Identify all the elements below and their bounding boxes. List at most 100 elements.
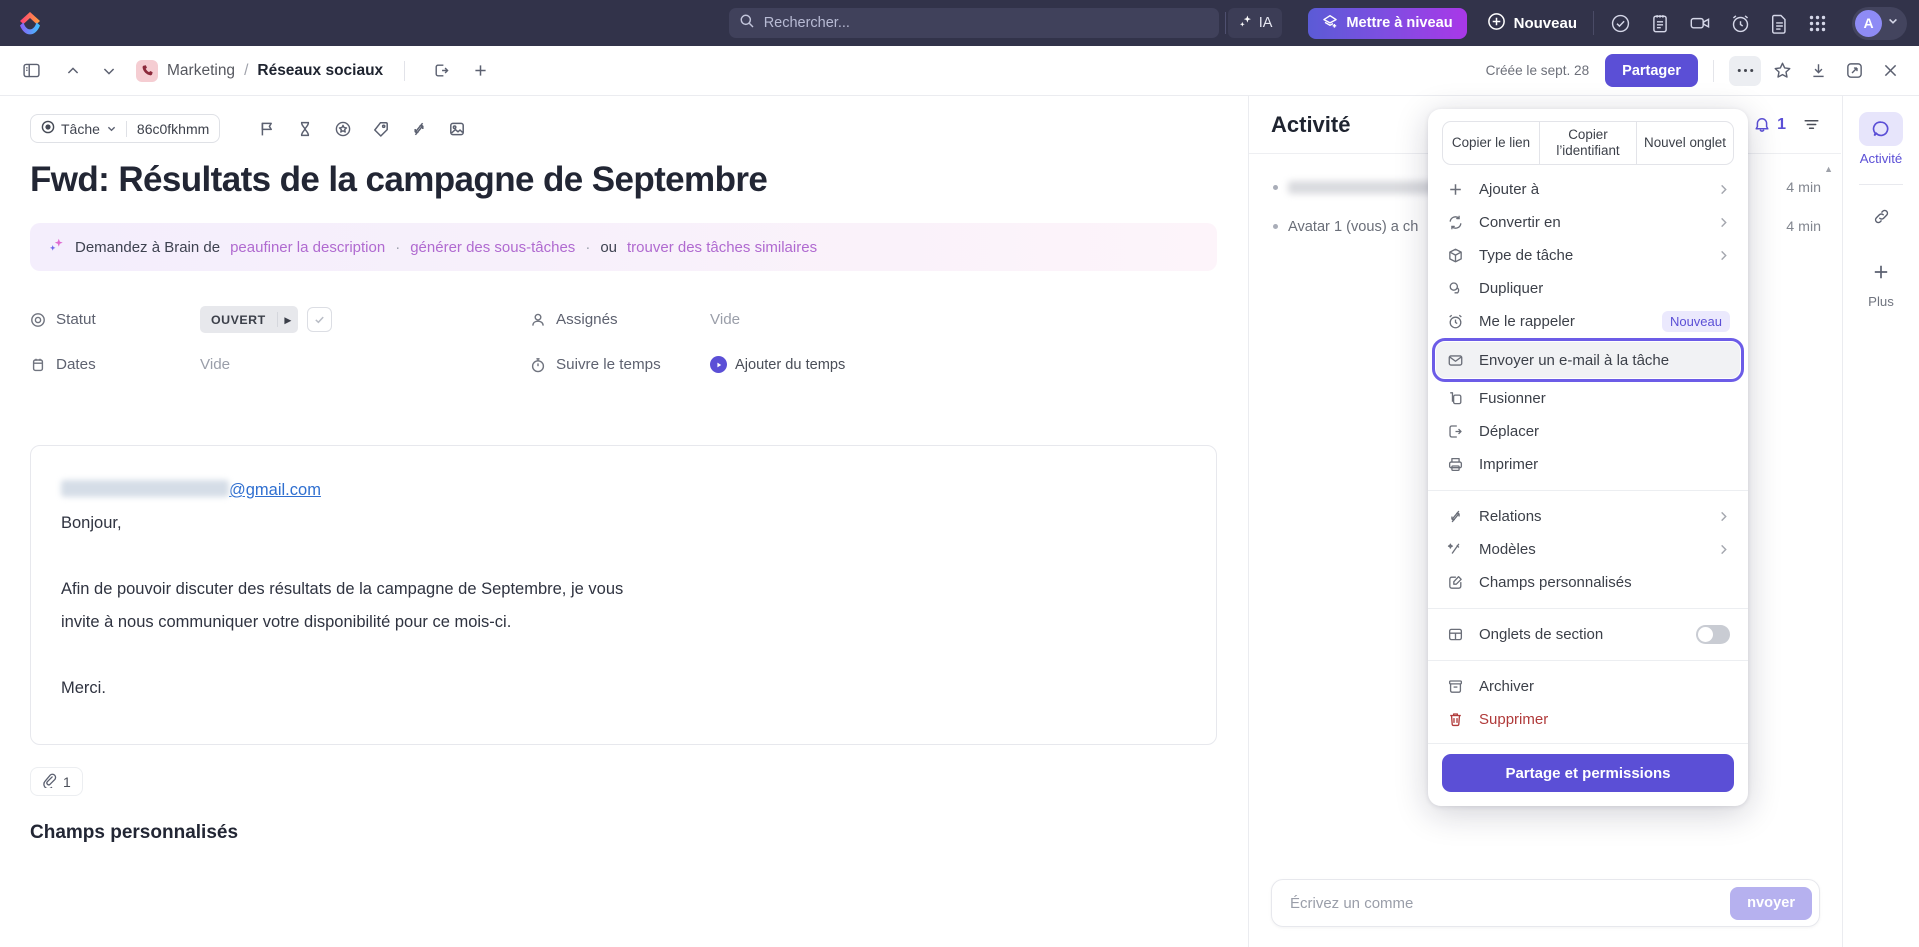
plus-icon xyxy=(1446,181,1465,198)
menu-item-custom-fields[interactable]: Champs personnalisés xyxy=(1436,566,1740,599)
brain-link-similar[interactable]: trouver des tâches similaires xyxy=(627,239,817,256)
cover-image-icon[interactable] xyxy=(442,114,472,143)
target-star-icon[interactable] xyxy=(328,114,358,143)
breadcrumb-list[interactable]: Réseaux sociaux xyxy=(257,62,383,80)
user-menu[interactable]: A xyxy=(1852,6,1907,40)
duplicate-icon xyxy=(1446,280,1465,297)
activity-header-actions: 1 xyxy=(1753,115,1821,134)
rail-item-more[interactable]: Plus xyxy=(1859,255,1903,309)
attachment-count: 1 xyxy=(63,773,71,790)
app-grid-icon[interactable] xyxy=(1808,14,1827,33)
chevron-down-icon xyxy=(106,121,117,137)
scroll-up-caret-icon[interactable]: ▲ xyxy=(1824,164,1833,174)
ai-button[interactable]: IA xyxy=(1227,8,1283,38)
flag-icon[interactable] xyxy=(252,114,282,143)
status-badge[interactable]: OUVERT ▸ xyxy=(200,306,299,333)
share-and-permissions-button[interactable]: Partage et permissions xyxy=(1442,754,1734,792)
menu-item-move[interactable]: Déplacer xyxy=(1436,415,1740,448)
task-fields: Statut OUVERT ▸ Assignés Vide Dates Vide… xyxy=(30,297,1217,387)
open-external-icon[interactable] xyxy=(426,56,456,86)
relationship-icon[interactable] xyxy=(404,114,434,143)
chevron-down-icon[interactable] xyxy=(94,56,124,86)
plus-icon[interactable] xyxy=(465,56,495,86)
copy-id-button[interactable]: Copier l’identifiant xyxy=(1539,122,1636,164)
send-comment-button[interactable]: nvoyer xyxy=(1730,886,1812,920)
chevron-up-icon[interactable] xyxy=(58,56,88,86)
menu-item-relations[interactable]: Relations xyxy=(1436,500,1740,533)
filter-icon[interactable] xyxy=(1802,115,1821,134)
add-time-button[interactable]: Ajouter du temps xyxy=(710,356,845,373)
menu-item-label: Type de tâche xyxy=(1479,247,1574,264)
upgrade-button[interactable]: Mettre à niveau xyxy=(1308,7,1467,39)
menu-item-remind-me[interactable]: Me le rappeler Nouveau xyxy=(1436,305,1740,338)
printer-icon xyxy=(1446,456,1465,473)
dates-value-cell[interactable]: Vide xyxy=(200,356,530,373)
star-icon[interactable] xyxy=(1767,56,1797,86)
comment-input[interactable]: Écrivez un comme xyxy=(1290,895,1413,912)
task-type-chip[interactable]: Tâche 86c0fkhmm xyxy=(30,114,221,143)
menu-item-delete[interactable]: Supprimer xyxy=(1436,703,1740,736)
alarm-clock-icon xyxy=(1446,313,1465,330)
attachment-count-badge[interactable]: 1 xyxy=(30,767,83,796)
created-date: Créée le sept. 28 xyxy=(1485,63,1590,78)
task-type-selector[interactable]: Tâche xyxy=(31,120,126,137)
menu-item-convert-to[interactable]: Convertir en xyxy=(1436,206,1740,239)
rail-item-activity[interactable]: Activité xyxy=(1859,112,1903,166)
custom-fields-heading: Champs personnalisés xyxy=(30,822,239,843)
new-tab-button[interactable]: Nouvel onglet xyxy=(1636,122,1733,164)
check-circle-icon[interactable] xyxy=(1610,13,1631,34)
share-button[interactable]: Partager xyxy=(1605,54,1698,87)
alarm-clock-icon[interactable] xyxy=(1730,13,1751,34)
task-description[interactable]: @gmail.com Bonjour, Afin de pouvoir disc… xyxy=(30,445,1217,745)
menu-item-merge[interactable]: Fusionner xyxy=(1436,382,1740,415)
brain-link-subtasks[interactable]: générer des sous-tâches xyxy=(410,239,575,256)
notification-count: 1 xyxy=(1777,115,1786,133)
comment-input-wrapper[interactable]: Écrivez un comme nvoyer xyxy=(1271,879,1820,927)
menu-item-label: Relations xyxy=(1479,508,1542,525)
tag-icon[interactable] xyxy=(366,114,396,143)
menu-item-print[interactable]: Imprimer xyxy=(1436,448,1740,481)
topbar-divider-2 xyxy=(1593,11,1594,35)
hourglass-icon[interactable] xyxy=(290,114,320,143)
task-header-bar: Marketing / Réseaux sociaux Créée le sep… xyxy=(0,46,1919,96)
menu-item-templates[interactable]: Modèles xyxy=(1436,533,1740,566)
menu-item-task-type[interactable]: Type de tâche xyxy=(1436,239,1740,272)
document-icon[interactable] xyxy=(1770,13,1789,34)
menu-item-archive[interactable]: Archiver xyxy=(1436,670,1740,703)
layout-icon xyxy=(1446,626,1465,643)
bullet-icon xyxy=(1273,224,1278,229)
task-id[interactable]: 86c0fkhmm xyxy=(125,120,219,137)
menu-divider xyxy=(1428,490,1748,491)
chevron-right-icon xyxy=(1717,249,1730,262)
magic-wand-icon xyxy=(1446,541,1465,558)
section-tabs-toggle[interactable] xyxy=(1696,625,1730,644)
ellipsis-icon[interactable] xyxy=(1729,55,1761,86)
menu-item-label: Archiver xyxy=(1479,678,1535,695)
search-placeholder: Rechercher... xyxy=(763,15,850,31)
assignees-value-cell[interactable]: Vide xyxy=(710,311,740,328)
video-camera-icon[interactable] xyxy=(1689,13,1711,33)
brain-link-refine[interactable]: peaufiner la description xyxy=(230,239,385,256)
notification-bell-icon[interactable]: 1 xyxy=(1753,116,1786,134)
clipboard-icon[interactable] xyxy=(1650,13,1670,34)
close-icon[interactable] xyxy=(1875,56,1905,86)
mark-complete-checkbox[interactable] xyxy=(307,307,333,332)
copy-link-button[interactable]: Copier le lien xyxy=(1443,122,1539,164)
menu-item-add-to[interactable]: Ajouter à xyxy=(1436,173,1740,206)
panel-toggle-icon[interactable] xyxy=(16,56,46,86)
clickup-logo[interactable] xyxy=(0,10,60,36)
collapse-down-icon[interactable] xyxy=(1803,56,1833,86)
expand-icon[interactable] xyxy=(1839,56,1869,86)
rail-item-attachments[interactable] xyxy=(1859,199,1903,233)
chevron-right-icon xyxy=(1717,183,1730,196)
activity-text: Avatar 1 (vous) a ch xyxy=(1288,218,1419,235)
menu-item-section-tabs[interactable]: Onglets de section xyxy=(1436,618,1740,651)
convert-icon xyxy=(1446,214,1465,231)
email-domain[interactable]: @gmail.com xyxy=(229,481,321,499)
menu-item-email-to-task[interactable]: Envoyer un e-mail à la tâche xyxy=(1432,338,1744,382)
new-button[interactable]: Nouveau xyxy=(1487,8,1577,39)
global-search[interactable]: Rechercher... xyxy=(728,8,1219,38)
menu-divider xyxy=(1428,608,1748,609)
breadcrumb-space[interactable]: Marketing xyxy=(167,62,235,80)
menu-item-duplicate[interactable]: Dupliquer xyxy=(1436,272,1740,305)
